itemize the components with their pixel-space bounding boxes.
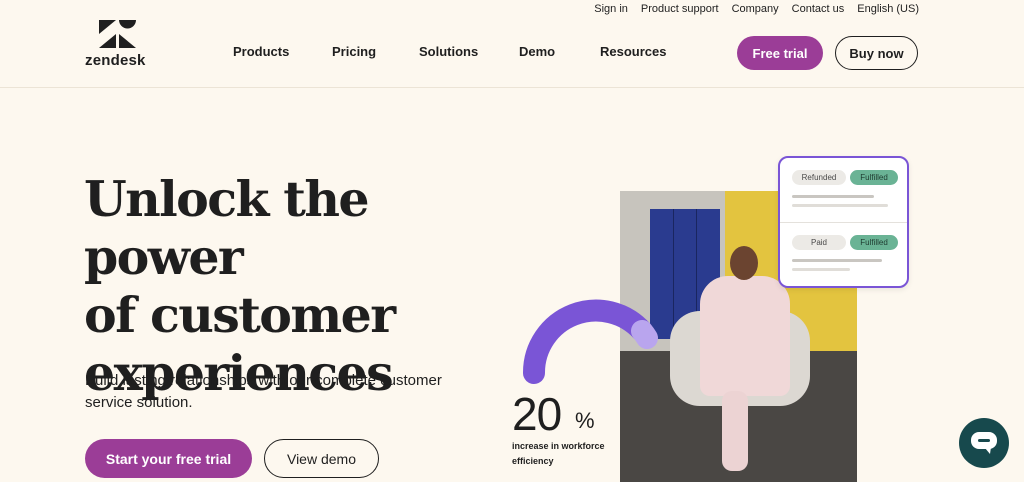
- nav-products[interactable]: Products: [233, 44, 332, 59]
- utility-link-sign-in[interactable]: Sign in: [594, 3, 628, 15]
- chat-button[interactable]: [959, 418, 1009, 468]
- status-badge: Refunded: [792, 170, 846, 185]
- utility-link-company[interactable]: Company: [732, 3, 779, 15]
- progress-arc: [522, 299, 658, 384]
- main-nav: Products Pricing Solutions Demo Resource…: [233, 44, 666, 59]
- hero-title-line: Unlock the power: [84, 170, 370, 286]
- nav-pricing[interactable]: Pricing: [332, 44, 419, 59]
- stat-label: increase in workforce efficiency: [512, 439, 622, 469]
- hero-subtitle: Build lasting relationships with our com…: [85, 370, 485, 414]
- fulfilled-badge: Fulfilled: [850, 235, 898, 250]
- stat-unit: %: [575, 408, 595, 433]
- status-badge: Paid: [792, 235, 846, 250]
- view-demo-button[interactable]: View demo: [264, 439, 379, 478]
- stat-label-line: efficiency: [512, 456, 554, 466]
- start-free-trial-button[interactable]: Start your free trial: [85, 439, 252, 478]
- nav-solutions[interactable]: Solutions: [419, 44, 519, 59]
- fulfilled-badge: Fulfilled: [850, 170, 898, 185]
- hero-subtitle-line: Build lasting relationships with our com…: [85, 372, 442, 389]
- order-status-card: Refunded Fulfilled Paid Fulfilled: [778, 156, 909, 288]
- utility-nav: Sign in Product support Company Contact …: [594, 3, 919, 15]
- nav-demo[interactable]: Demo: [519, 44, 600, 59]
- stat-label-line: increase in workforce: [512, 441, 605, 451]
- hero-title: Unlock the power of customer experiences: [84, 170, 514, 402]
- free-trial-button[interactable]: Free trial: [737, 36, 823, 70]
- hero-subtitle-line: service solution.: [85, 394, 193, 411]
- site-header: Sign in Product support Company Contact …: [0, 0, 1024, 88]
- buy-now-button[interactable]: Buy now: [835, 36, 918, 70]
- zendesk-z-icon: [99, 20, 136, 48]
- utility-link-product-support[interactable]: Product support: [641, 3, 719, 15]
- language-selector[interactable]: English (US): [857, 3, 919, 15]
- chat-bubble-icon: [971, 432, 997, 454]
- nav-resources[interactable]: Resources: [600, 44, 666, 59]
- zendesk-logo[interactable]: zendesk: [85, 20, 155, 72]
- logo-wordmark: zendesk: [85, 52, 146, 69]
- utility-link-contact-us[interactable]: Contact us: [792, 3, 845, 15]
- hero-title-line: of customer: [84, 286, 396, 344]
- stat-value: 20: [512, 388, 562, 440]
